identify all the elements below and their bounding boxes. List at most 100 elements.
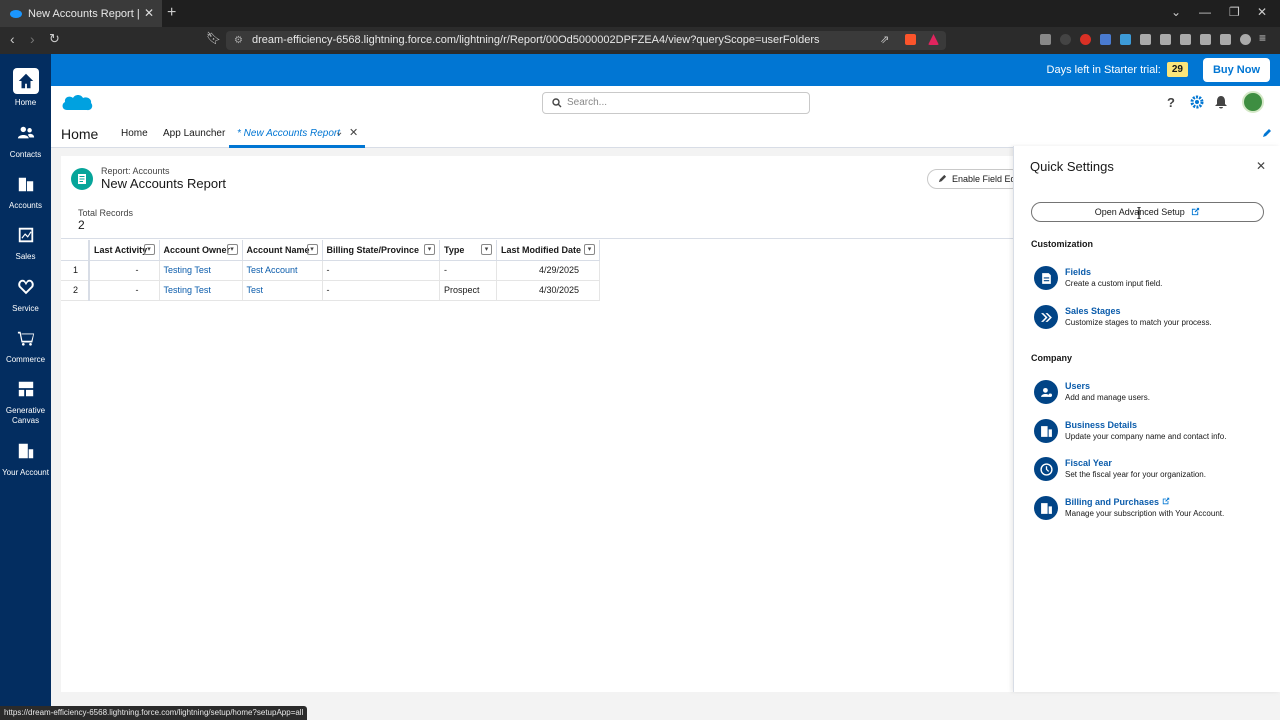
column-menu-icon[interactable]: ▾ xyxy=(584,244,596,255)
close-window-icon[interactable]: ✕ xyxy=(1257,5,1267,19)
browser-tab[interactable]: New Accounts Report | Salesfor ✕ xyxy=(0,0,162,27)
sidenav-item-generative-canvas[interactable]: Generative Canvas xyxy=(0,376,51,426)
quick-setting-name[interactable]: Users xyxy=(1065,381,1090,391)
restore-icon[interactable]: ❐ xyxy=(1229,5,1240,19)
cell-type: - xyxy=(439,260,498,281)
site-info-icon[interactable]: ⚙ xyxy=(234,31,243,50)
bookmark-icon[interactable]: 🔖︎ xyxy=(206,31,221,45)
share-icon[interactable]: ⇗ xyxy=(880,33,889,46)
salesforce-logo-icon[interactable] xyxy=(61,92,93,112)
external-link-icon xyxy=(1192,207,1200,216)
users-icon xyxy=(1034,380,1058,404)
column-menu-icon[interactable]: ▾ xyxy=(306,244,318,255)
buy-now-button[interactable]: Buy Now xyxy=(1202,58,1270,82)
leo-ai-icon[interactable] xyxy=(1220,34,1231,45)
column-header-last-activity[interactable]: Last Activity ▾ xyxy=(89,240,160,261)
help-icon[interactable]: ? xyxy=(1164,95,1178,109)
column-header-billing-state[interactable]: Billing State/Province ▾ xyxy=(322,240,441,261)
sidenav-item-commerce[interactable]: Commerce xyxy=(0,325,51,365)
quick-setting-business-details[interactable]: Business Details Update your company nam… xyxy=(1034,419,1274,447)
open-advanced-setup-button[interactable]: Open Advanced Setup xyxy=(1031,202,1264,222)
quick-setting-name-text: Billing and Purchases xyxy=(1065,497,1160,507)
forward-icon[interactable]: › xyxy=(30,31,35,47)
user-avatar[interactable] xyxy=(1242,91,1264,113)
table-header-row: Last Activity ▾ Account Owner ▾ Account Na… xyxy=(61,240,601,261)
address-bar[interactable]: ⚙ dream-efficiency-6568.lightning.force.… xyxy=(226,31,946,50)
sidenav-item-contacts[interactable]: Contacts xyxy=(0,120,51,160)
cart-icon xyxy=(13,325,39,351)
extension-4-icon[interactable] xyxy=(1100,34,1111,45)
cell-account-owner-link[interactable]: Testing Test xyxy=(159,280,243,301)
notifications-bell-icon[interactable] xyxy=(1214,95,1228,109)
close-tab-icon[interactable]: ✕ xyxy=(144,6,154,20)
brave-shield-icon[interactable] xyxy=(905,34,916,45)
column-menu-icon[interactable]: ▾ xyxy=(424,244,436,255)
extension-3-icon[interactable] xyxy=(1080,34,1091,45)
billing-building-icon xyxy=(1034,496,1058,520)
column-menu-icon[interactable]: ▾ xyxy=(143,244,155,255)
reload-icon[interactable]: ↻ xyxy=(49,31,60,47)
quick-setting-name[interactable]: Fields xyxy=(1065,267,1091,277)
quick-setting-name[interactable]: Sales Stages xyxy=(1065,306,1121,316)
text-cursor-icon xyxy=(1137,207,1141,219)
global-search-input[interactable]: Search... xyxy=(542,92,810,114)
setup-gear-icon[interactable] xyxy=(1190,95,1204,109)
row-number: 1 xyxy=(61,260,90,281)
cell-account-name-link[interactable]: Test Account xyxy=(242,260,323,281)
tab-new-accounts-report[interactable]: * New Accounts Report ⌄ ✕ xyxy=(229,118,365,148)
quick-setting-sales-stages[interactable]: Sales Stages Customize stages to match y… xyxy=(1034,305,1274,333)
trial-days-badge: 29 xyxy=(1166,62,1188,77)
quick-setting-name[interactable]: Fiscal Year xyxy=(1065,458,1112,468)
new-tab-icon[interactable]: + xyxy=(167,4,176,22)
sidenav-item-accounts[interactable]: Accounts xyxy=(0,171,51,211)
close-tab-icon[interactable]: ✕ xyxy=(349,126,358,139)
column-menu-icon[interactable]: ▾ xyxy=(226,244,238,255)
quick-setting-fiscal-year[interactable]: Fiscal Year Set the fiscal year for your… xyxy=(1034,457,1274,485)
enable-field-editing-button[interactable]: Enable Field Edit xyxy=(927,169,1022,189)
column-header-account-name[interactable]: Account Name ▾ xyxy=(242,240,323,261)
extension-2-icon[interactable] xyxy=(1060,34,1071,45)
quick-setting-description: Set the fiscal year for your organizatio… xyxy=(1065,470,1206,479)
chevron-down-icon[interactable]: ⌄ xyxy=(335,127,343,138)
quick-setting-name[interactable]: Business Details xyxy=(1065,420,1137,430)
minimize-icon[interactable]: — xyxy=(1199,5,1211,19)
back-icon[interactable]: ‹ xyxy=(10,31,15,47)
sidenav-item-your-account[interactable]: Your Account xyxy=(0,438,51,478)
sidenav-item-service[interactable]: Service xyxy=(0,274,51,314)
building-icon xyxy=(13,438,39,464)
row-number: 2 xyxy=(61,280,90,301)
column-header-last-modified-date[interactable]: Last Modified Date ▾ xyxy=(496,240,601,261)
tab-list-chevron-icon[interactable]: ⌄ xyxy=(1171,5,1181,19)
column-header-account-owner[interactable]: Account Owner ▾ xyxy=(159,240,243,261)
download-icon[interactable] xyxy=(1160,34,1171,45)
quick-setting-name[interactable]: Billing and Purchases xyxy=(1065,497,1170,507)
quick-setting-users[interactable]: Users Add and manage users. xyxy=(1034,380,1274,408)
cell-type: Prospect xyxy=(439,280,498,301)
column-header-label: Type xyxy=(444,244,465,255)
nav-item-home[interactable]: Home xyxy=(121,128,148,139)
quick-setting-description: Manage your subscription with Your Accou… xyxy=(1065,509,1225,518)
company-heading: Company xyxy=(1031,353,1073,363)
edit-nav-pencil-icon[interactable] xyxy=(1262,128,1272,138)
extensions-puzzle-icon[interactable] xyxy=(1140,34,1151,45)
cell-account-name-link[interactable]: Test xyxy=(242,280,323,301)
wallet-icon[interactable] xyxy=(1200,34,1211,45)
extension-5-icon[interactable] xyxy=(1120,34,1131,45)
sidenav-item-sales[interactable]: Sales xyxy=(0,222,51,262)
nav-item-app-launcher[interactable]: App Launcher xyxy=(163,128,225,139)
quick-setting-billing-and-purchases[interactable]: Billing and Purchases Manage your subscr… xyxy=(1034,496,1274,524)
column-menu-icon[interactable]: ▾ xyxy=(481,244,493,255)
svg-text:?: ? xyxy=(1167,95,1175,109)
contacts-icon xyxy=(13,120,39,146)
close-icon[interactable]: ✕ xyxy=(1256,159,1266,173)
vpn-icon[interactable] xyxy=(1240,34,1251,45)
cell-account-owner-link[interactable]: Testing Test xyxy=(159,260,243,281)
total-records-label: Total Records xyxy=(78,208,134,218)
extension-1-icon[interactable] xyxy=(1040,34,1051,45)
menu-icon[interactable]: ≡ xyxy=(1259,31,1266,45)
quick-setting-fields[interactable]: Fields Create a custom input field. xyxy=(1034,266,1274,294)
total-records-value: 2 xyxy=(78,218,85,232)
sidenav-item-home[interactable]: Home xyxy=(0,68,51,108)
column-header-type[interactable]: Type ▾ xyxy=(439,240,498,261)
sidebar-toggle-icon[interactable] xyxy=(1180,34,1191,45)
